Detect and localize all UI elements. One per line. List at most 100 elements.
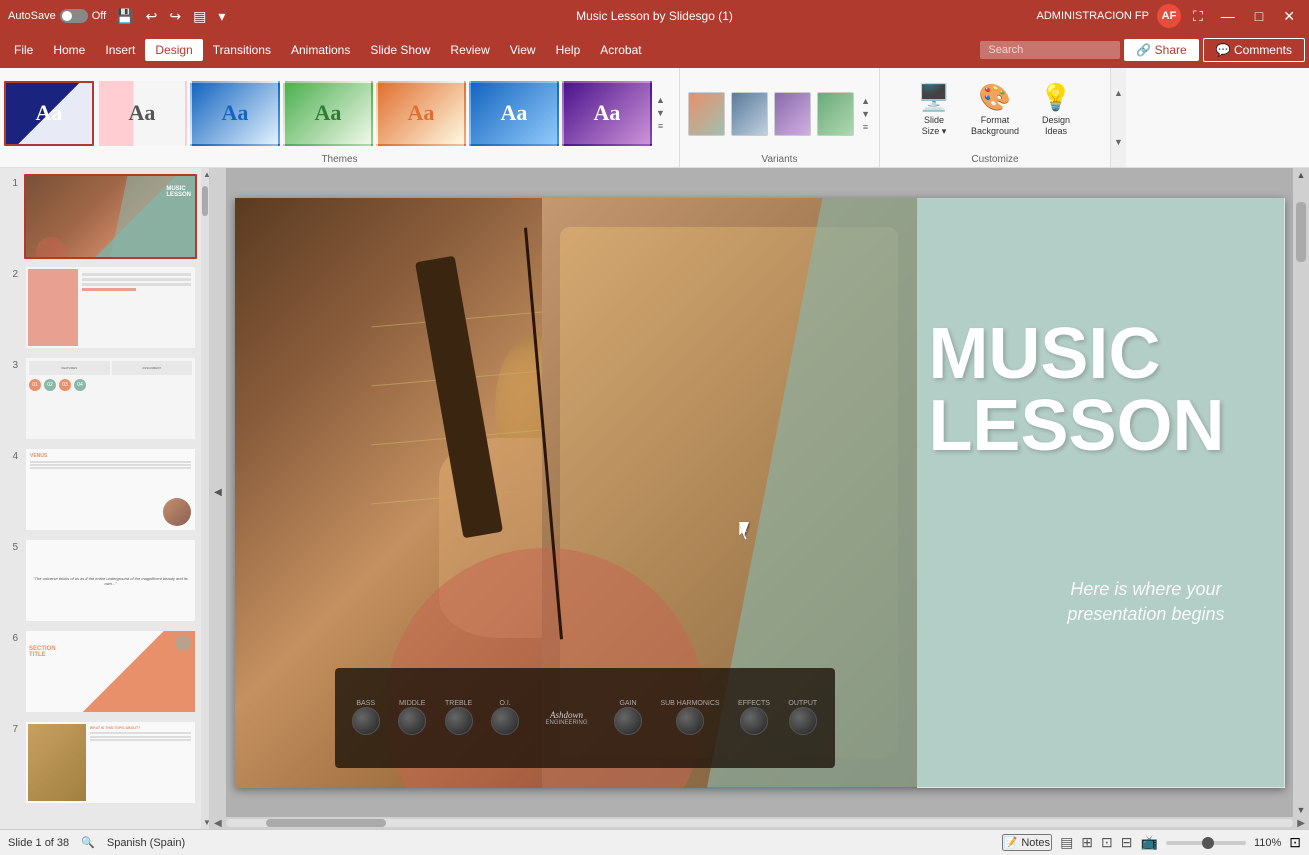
variants-scroll: ▲ ▼ ≡ — [860, 95, 871, 133]
menu-home[interactable]: Home — [43, 39, 95, 61]
menu-view[interactable]: View — [500, 39, 546, 61]
slide-thumb-3[interactable]: 3 FEATURES ASSGNMENT 01 02 03 04 — [4, 356, 197, 441]
amplifier: BASS MIDDLE TREBLE O.I. — [335, 668, 835, 768]
slide-thumb-7[interactable]: 7 WHAT IS THIS TOPIC ABOUT? — [4, 720, 197, 805]
language-info: Spanish (Spain) — [107, 837, 185, 849]
design-ideas-button[interactable]: 💡 DesignIdeas — [1031, 78, 1081, 141]
zoom-fit-button[interactable]: ⊡ — [1289, 834, 1301, 851]
variant-item-1[interactable] — [688, 92, 725, 136]
theme-item-3[interactable]: Aa — [190, 81, 280, 146]
circle-03: 03 — [59, 379, 71, 391]
slide-title-line2: LESSON — [928, 390, 1224, 462]
preview-section-title: SECTIONTITLE — [29, 646, 192, 658]
menu-help[interactable]: Help — [546, 39, 591, 61]
minimize-button[interactable]: — — [1215, 8, 1241, 24]
canvas-scroll-bottom[interactable]: ▼ — [1293, 803, 1309, 817]
theme-item-6[interactable]: Aa — [469, 81, 559, 146]
autosave-toggle[interactable] — [60, 9, 88, 23]
theme-item-1[interactable]: Aa — [4, 81, 94, 146]
slide-thumb-5[interactable]: 5 "The universe thinks of us as if the e… — [4, 538, 197, 623]
format-bg-icon: 🎨 — [979, 82, 1011, 113]
slide-thumb-1[interactable]: 1 MUSICLESSON — [4, 174, 197, 259]
design-ideas-label: DesignIdeas — [1042, 115, 1070, 137]
variants-scroll-up[interactable]: ▲ — [860, 95, 871, 107]
variant-item-4[interactable] — [817, 92, 854, 136]
horizontal-scrollbar[interactable]: ◀ ▶ — [210, 817, 1309, 829]
fullscreen-button[interactable]: ⛶ — [1189, 6, 1207, 27]
amp-col-2: MIDDLE — [398, 700, 426, 735]
slide-panel-scrollbar[interactable]: ▲ ▼ — [201, 168, 209, 829]
ribbon-scroll-bottom[interactable]: ▼ — [1111, 118, 1126, 168]
save-button[interactable]: 💾 — [112, 6, 137, 27]
preview-s7-line1 — [90, 732, 191, 734]
slide-preview-2 — [24, 265, 197, 350]
preview-s7-line2 — [90, 736, 191, 738]
undo-button[interactable]: ↩ — [142, 6, 162, 27]
menu-slideshow[interactable]: Slide Show — [360, 39, 440, 61]
presenter-view-icon[interactable]: 📺 — [1141, 834, 1158, 851]
share-button[interactable]: 🔗 Share — [1124, 39, 1198, 61]
canvas-left-scroll: ◀ — [210, 168, 226, 817]
menu-animations[interactable]: Animations — [281, 39, 360, 61]
slide-size-button[interactable]: 🖥️ SlideSize ▾ — [909, 78, 959, 141]
amp-label-4: O.I. — [499, 700, 510, 707]
redo-button[interactable]: ↪ — [165, 6, 185, 27]
variants-scroll-down[interactable]: ▼ — [860, 108, 871, 120]
variant-item-2[interactable] — [731, 92, 768, 136]
slide-scroll-down[interactable]: ▼ — [201, 816, 209, 829]
slide-thumb-6[interactable]: 6 SECTIONTITLE — [4, 629, 197, 714]
format-background-button[interactable]: 🎨 FormatBackground — [965, 78, 1025, 141]
notes-button[interactable]: 📝 Notes — [1002, 834, 1052, 851]
canvas-main[interactable]: BASS MIDDLE TREBLE O.I. — [226, 168, 1293, 817]
themes-scroll-up[interactable]: ▲ — [655, 94, 666, 106]
amp-col-1: BASS — [352, 700, 380, 735]
maximize-button[interactable]: □ — [1249, 8, 1269, 24]
theme-item-5[interactable]: Aa — [376, 81, 466, 146]
reading-view-icon[interactable]: ⊟ — [1121, 834, 1133, 851]
menu-file[interactable]: File — [4, 39, 43, 61]
customize-buttons: 🖥️ SlideSize ▾ 🎨 FormatBackground 💡 Desi… — [880, 68, 1110, 150]
status-bar: Slide 1 of 38 🔍 Spanish (Spain) 📝 Notes … — [0, 829, 1309, 855]
h-scroll-left-btn[interactable]: ◀ — [212, 818, 224, 829]
knob-4 — [491, 707, 519, 735]
search-input[interactable] — [980, 41, 1120, 59]
slide-num-1: 1 — [4, 178, 18, 189]
variant-item-3[interactable] — [774, 92, 811, 136]
theme-label-1: Aa — [36, 100, 63, 126]
theme-item-7[interactable]: Aa — [562, 81, 652, 146]
slide-list[interactable]: 1 MUSICLESSON 2 — [0, 168, 201, 829]
scroll-track — [201, 181, 209, 816]
menu-design[interactable]: Design — [145, 39, 202, 61]
preview-s7-line3 — [90, 739, 191, 741]
amp-label-3: TREBLE — [445, 700, 472, 707]
comments-button[interactable]: 💬 Comments — [1203, 38, 1305, 62]
menu-acrobat[interactable]: Acrobat — [590, 39, 651, 61]
slide-canvas[interactable]: BASS MIDDLE TREBLE O.I. — [235, 198, 1285, 788]
slide-thumb-2[interactable]: 2 — [4, 265, 197, 350]
present-button[interactable]: ▤ — [189, 6, 210, 27]
slide-num-5: 5 — [4, 542, 18, 553]
normal-view-icon[interactable]: ⊞ — [1081, 834, 1093, 851]
autosave-label: AutoSave — [8, 10, 56, 22]
h-scroll-right-btn[interactable]: ▶ — [1295, 818, 1307, 829]
close-button[interactable]: ✕ — [1277, 8, 1301, 25]
slide-sorter-icon[interactable]: ⊡ — [1101, 834, 1113, 851]
canvas-scroll-left[interactable]: ◀ — [214, 487, 222, 498]
theme-item-4[interactable]: Aa — [283, 81, 373, 146]
theme-item-2[interactable]: Aa — [97, 81, 187, 146]
menu-review[interactable]: Review — [440, 39, 499, 61]
canvas-scroll-top[interactable]: ▲ — [1293, 168, 1309, 182]
themes-label: Themes — [0, 154, 679, 167]
zoom-slider[interactable] — [1166, 841, 1246, 845]
ribbon-scroll-top[interactable]: ▲ — [1111, 68, 1126, 118]
themes-expand[interactable]: ≡ — [655, 120, 666, 132]
customize-button[interactable]: ▾ — [214, 6, 229, 27]
slideshow-icon[interactable]: ▤ — [1060, 834, 1073, 851]
menu-insert[interactable]: Insert — [95, 39, 145, 61]
themes-scroll-down[interactable]: ▼ — [655, 107, 666, 119]
variants-expand[interactable]: ≡ — [860, 121, 871, 133]
slide-scroll-up[interactable]: ▲ — [201, 168, 209, 181]
menu-transitions[interactable]: Transitions — [203, 39, 281, 61]
slide-preview-4: VENUS — [24, 447, 197, 532]
slide-thumb-4[interactable]: 4 VENUS — [4, 447, 197, 532]
